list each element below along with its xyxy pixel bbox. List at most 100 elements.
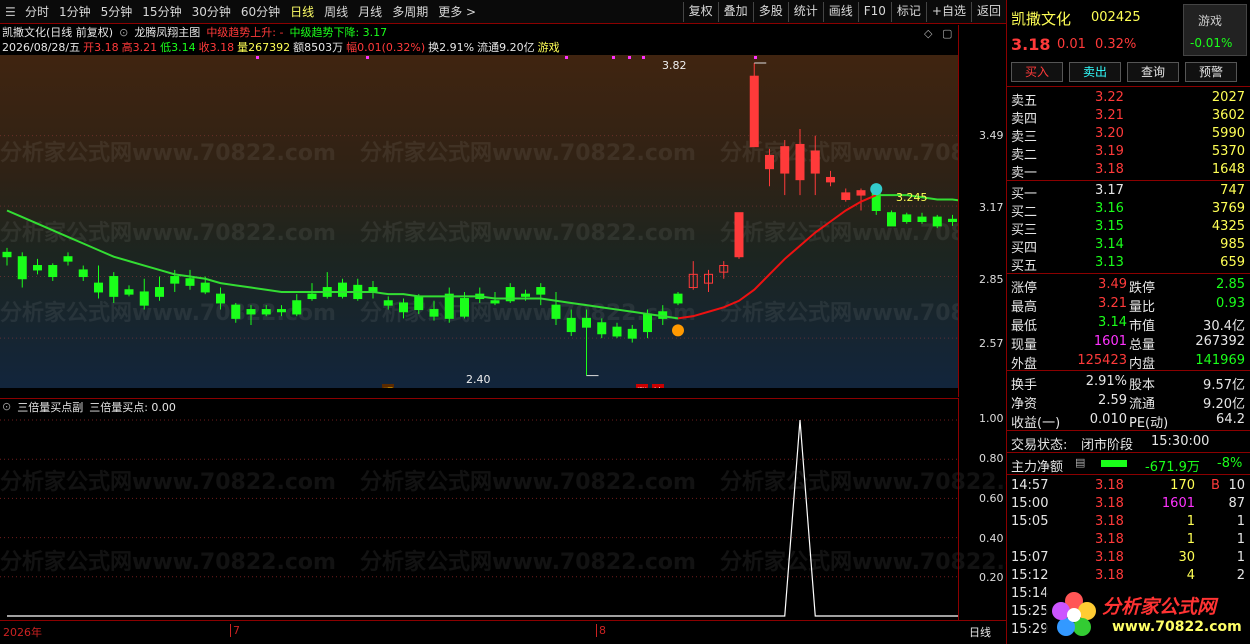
trade-status-value: 闭市阶段 — [1081, 438, 1134, 453]
stat-label: 最高 — [1011, 300, 1038, 315]
tick-price: 3.18 — [1095, 496, 1124, 511]
period-label: 日线 — [969, 626, 991, 639]
adjust-button[interactable]: 复权 — [682, 1, 718, 22]
stock-name: 凯撒文化 — [1011, 10, 1072, 28]
stat-label: 最低 — [1011, 319, 1038, 334]
candle-body — [582, 317, 591, 328]
buy-button[interactable]: 买入 — [1011, 62, 1063, 82]
sell-button[interactable]: 卖出 — [1069, 62, 1121, 82]
period-tab-daily[interactable]: 日线 — [285, 1, 319, 23]
sell-signal-icon — [870, 183, 883, 196]
candle-body — [246, 309, 256, 315]
candle — [948, 214, 957, 226]
candle-body — [307, 293, 317, 300]
sub-indicator-settings-icon[interactable]: ⊙ — [2, 400, 11, 413]
alert-button[interactable]: 预警 — [1185, 62, 1237, 82]
period-tab-weekly[interactable]: 周线 — [319, 1, 353, 23]
candle-body — [185, 278, 195, 286]
period-tab-60min[interactable]: 60分钟 — [236, 1, 285, 23]
candle-body — [902, 214, 912, 222]
candle — [536, 283, 546, 306]
query-button[interactable]: 查询 — [1127, 62, 1179, 82]
candle — [566, 309, 576, 336]
stat-row: 换手 2.91% 股本 9.57亿 — [1007, 373, 1250, 393]
candle — [48, 263, 58, 281]
sector-change: -0.01% — [1190, 36, 1233, 50]
candlestick-chart[interactable]: 分析家公式网www.70822.com 分析家公式网www.70822.com … — [0, 55, 958, 388]
add-watchlist-button[interactable]: +自选 — [925, 1, 971, 22]
bar-high: 高3.21 — [121, 41, 158, 54]
candle-body — [17, 256, 27, 280]
sector-box[interactable]: 游戏 -0.01% — [1183, 4, 1247, 56]
list-icon[interactable]: ▤ — [1075, 456, 1085, 469]
candle-body — [429, 309, 439, 317]
candle-body — [460, 298, 469, 317]
mark-button[interactable]: 标记 — [890, 1, 926, 22]
price-tick: 3.49 — [979, 129, 1004, 142]
main-flow-value: -671.9万 — [1145, 460, 1200, 475]
tick-price: 3.18 — [1095, 532, 1124, 547]
stat-value: 141969 — [1195, 353, 1245, 368]
candle — [353, 278, 363, 301]
ask-row: 卖五 3.22 2027 — [1007, 89, 1250, 109]
draw-line-button[interactable]: 画线 — [822, 1, 858, 22]
candle-body — [887, 212, 896, 227]
ask-volume: 1648 — [1211, 162, 1245, 177]
candle-body — [765, 154, 774, 170]
candle — [597, 318, 607, 339]
sub-indicator-name[interactable]: 三倍量买点副 — [17, 399, 83, 415]
menu-icon[interactable]: ☰ — [0, 1, 20, 23]
period-tab-more[interactable]: 更多 > — [433, 1, 481, 23]
period-tab-1min[interactable]: 1分钟 — [54, 1, 96, 23]
period-tab-multi[interactable]: 多周期 — [387, 1, 433, 23]
period-tab-fenshi[interactable]: 分时 — [20, 1, 54, 23]
ask-volume: 3602 — [1211, 108, 1245, 123]
chart-restore-icon[interactable]: ▢ — [942, 27, 952, 40]
stat-label: PE(动) — [1129, 416, 1169, 431]
period-tab-15min[interactable]: 15分钟 — [137, 1, 186, 23]
candle-body — [78, 269, 88, 278]
candle-body — [200, 282, 210, 293]
candle-body — [155, 287, 164, 297]
candle-body — [780, 146, 790, 174]
sub-value-axis: 1.00 0.80 0.60 0.40 0.20 — [958, 398, 1006, 620]
sub-series-line — [7, 419, 1014, 617]
bid-price: 3.13 — [1095, 255, 1124, 270]
f10-button[interactable]: F10 — [857, 1, 891, 22]
sub-tick: 0.40 — [979, 532, 1004, 545]
candle-body — [551, 304, 561, 319]
candle-body — [383, 300, 393, 306]
chart-options-icon[interactable]: ◇ — [924, 27, 932, 40]
indicator-settings-icon[interactable]: ⊙ — [119, 26, 128, 39]
period-tab-monthly[interactable]: 月线 — [353, 1, 387, 23]
bar-sector: 游戏 — [537, 41, 560, 54]
multi-stock-button[interactable]: 多股 — [752, 1, 788, 22]
tick-time: 15:14 — [1011, 586, 1049, 601]
volume-buy-point-chart[interactable]: 分析家公式网www.70822.com 分析家公式网www.70822.com … — [0, 414, 1056, 620]
ask-volume: 5990 — [1211, 126, 1245, 141]
tick-time: 15:00 — [1011, 496, 1049, 511]
stat-label: 量比 — [1129, 300, 1156, 315]
back-button[interactable]: 返回 — [970, 1, 1006, 22]
tick-count: 2 — [1236, 568, 1245, 583]
bar-date: 2026/08/28/五 — [2, 41, 81, 54]
price-axis: 3.49 3.17 2.85 2.57 — [958, 25, 1006, 397]
main-indicator-name[interactable]: 龙腾凤翔主图 — [134, 24, 200, 40]
top-marker — [612, 56, 615, 59]
tick-price: 3.18 — [1095, 550, 1124, 565]
candle — [277, 305, 286, 317]
candle-body — [932, 216, 942, 227]
tick-row: 14:57 3.18 170 B 10 — [1007, 477, 1250, 495]
overlay-button[interactable]: 叠加 — [717, 1, 753, 22]
period-tab-5min[interactable]: 5分钟 — [96, 1, 138, 23]
candle — [475, 287, 485, 303]
ma-line-down-1 — [6, 209, 679, 320]
candle — [917, 212, 927, 224]
candle — [185, 269, 195, 290]
period-tab-30min[interactable]: 30分钟 — [187, 1, 236, 23]
statistics-button[interactable]: 统计 — [787, 1, 823, 22]
bid-row: 买五 3.13 659 — [1007, 254, 1250, 274]
tick-volume: 1601 — [1161, 496, 1195, 511]
stat-value: 2.59 — [1098, 393, 1127, 408]
tick-count: 1 — [1236, 532, 1245, 547]
